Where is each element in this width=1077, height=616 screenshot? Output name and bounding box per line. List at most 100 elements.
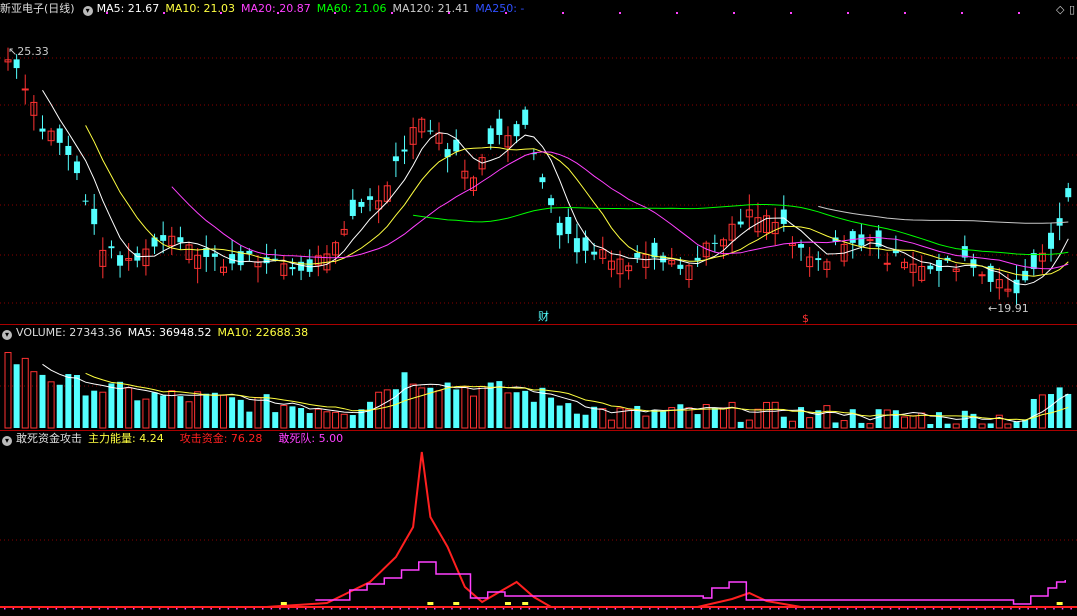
baseline-dot [829, 608, 832, 610]
baseline-dot [872, 608, 875, 610]
volume-bar [728, 401, 736, 429]
volume-bar [453, 389, 460, 428]
volume-bar [1048, 394, 1055, 428]
ma250-dot [505, 12, 507, 14]
volume-bar [323, 411, 331, 429]
ma250-dot [163, 12, 165, 14]
baseline-dot [864, 608, 866, 610]
baseline-dot [399, 608, 402, 610]
candle-body [392, 156, 399, 162]
baseline-dot [107, 608, 109, 610]
baseline-dot [434, 608, 436, 610]
baseline-dot [98, 608, 101, 610]
volume-bar [142, 398, 150, 429]
baseline-dot [950, 608, 952, 610]
volume-bar [840, 420, 848, 429]
ma250-dot [391, 12, 393, 14]
ma250-dot [277, 12, 279, 14]
candle-body [677, 264, 684, 269]
volume-bar [548, 397, 555, 428]
baseline-dot [614, 608, 617, 610]
volume-bar [21, 357, 29, 429]
volume-bar [211, 392, 218, 428]
baseline-dot [236, 608, 238, 610]
volume-bar [375, 391, 383, 429]
volume-bar [340, 413, 348, 429]
baseline-dot [184, 608, 187, 610]
volume-bar [254, 397, 262, 429]
volume-bar [306, 413, 313, 428]
baseline-dot [158, 608, 161, 610]
baseline-dot [958, 608, 961, 610]
baseline-dot [1001, 608, 1004, 610]
baseline-dot [778, 608, 780, 610]
baseline-dot [365, 608, 367, 610]
baseline-dot [907, 608, 909, 610]
volume-bar [565, 403, 572, 428]
ma250-dot [220, 12, 222, 14]
baseline-dot [262, 608, 264, 610]
stock-chart[interactable]: ↖25.33 ←19.91 财 $ [0, 0, 1077, 616]
volume-bar [832, 422, 839, 428]
volume-bar [496, 381, 503, 428]
volume-bar [13, 364, 20, 428]
candle-body [539, 177, 546, 183]
baseline-dot [416, 608, 419, 610]
volume-bar [39, 374, 46, 428]
baseline-dot [1036, 608, 1038, 610]
baseline-dot [90, 608, 92, 610]
baseline-dot [709, 608, 711, 610]
candle-body [1013, 279, 1020, 294]
volume-bar [642, 415, 650, 429]
baseline-dot [1044, 608, 1047, 610]
candle-body [548, 198, 555, 206]
baseline-dot [38, 608, 40, 610]
baseline-dot [124, 608, 126, 610]
candle-body [39, 128, 46, 132]
volume-bar [289, 406, 296, 428]
candle-body [1030, 253, 1037, 270]
volume-bar [849, 409, 856, 428]
baseline-dot [786, 608, 789, 610]
candle-body [556, 222, 563, 236]
baseline-dot [382, 608, 384, 610]
volume-bar [47, 381, 55, 429]
candle-body [565, 216, 572, 234]
baseline-dot [803, 608, 806, 610]
baseline-dot [81, 608, 83, 610]
event-mark-s: $ [802, 312, 809, 325]
ma250-dot [448, 12, 450, 14]
volume-bar [487, 382, 494, 428]
volume-bar [944, 423, 951, 428]
volume-bar [409, 383, 417, 429]
volume-bar [978, 423, 986, 429]
main-energy-mark [504, 602, 511, 605]
baseline-dot [649, 608, 651, 610]
low-price-label: ←19.91 [988, 302, 1029, 315]
baseline-dot [537, 608, 539, 610]
volume-bar [909, 415, 917, 429]
volume-bar [469, 395, 477, 429]
baseline-dot [924, 608, 926, 610]
volume-bar [203, 393, 210, 428]
candle-body [927, 265, 934, 270]
volume-bar [823, 405, 831, 429]
baseline-dot [1053, 608, 1055, 610]
baseline-dot [287, 608, 290, 610]
ma250-dot [733, 12, 735, 14]
candle-body [13, 59, 20, 69]
volume-bar [91, 390, 98, 428]
candle-body [160, 235, 167, 241]
candle-body [970, 259, 977, 268]
high-price-label: ↖25.33 [8, 45, 49, 58]
volume-bar [875, 409, 882, 428]
baseline-dot [692, 608, 694, 610]
baseline-dot [64, 608, 66, 610]
candle-body [694, 257, 701, 261]
baseline-dot [545, 608, 548, 610]
main-energy-mark [453, 602, 460, 605]
volume-bar [4, 352, 12, 429]
baseline-dot [967, 608, 969, 610]
attack-fund-line [8, 451, 1069, 608]
volume-bar [99, 391, 107, 429]
